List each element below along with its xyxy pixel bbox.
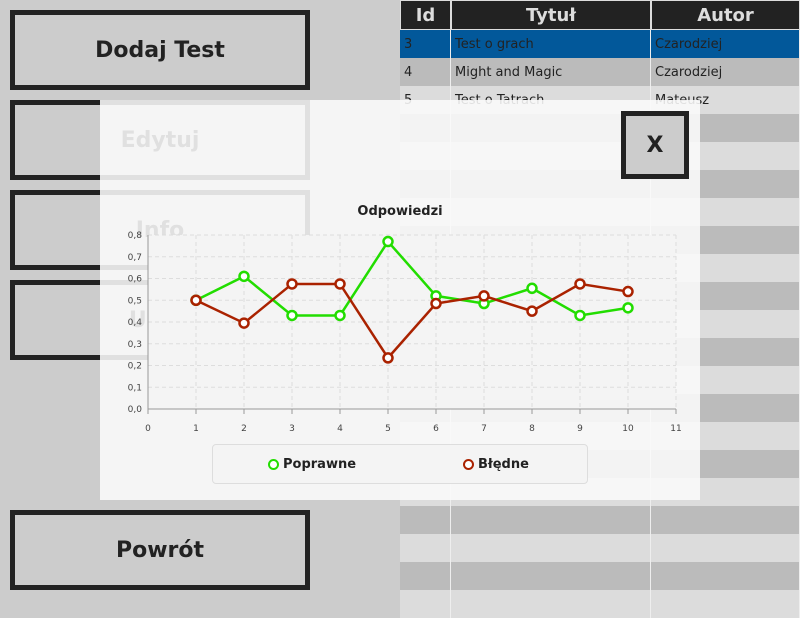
y-tick-label: 0,1 [128, 383, 142, 393]
data-point-1 [430, 297, 442, 310]
data-point-0 [238, 270, 250, 283]
data-point-0 [574, 309, 586, 322]
table-cell [651, 562, 800, 590]
table-row[interactable] [400, 506, 800, 534]
legend-item-poprawne: Poprawne [268, 457, 356, 472]
data-point-0 [526, 282, 538, 295]
data-point-0 [334, 309, 346, 322]
table-cell: 4 [400, 58, 451, 86]
x-tick-label: 2 [241, 424, 247, 434]
data-point-0 [382, 235, 394, 248]
table-cell [651, 590, 800, 618]
table-cell [451, 562, 651, 590]
y-tick-label: 0,2 [128, 362, 142, 372]
table-cell: Czarodziej [651, 30, 800, 58]
legend-label: Błędne [478, 456, 529, 472]
table-cell [651, 506, 800, 534]
data-point-1 [478, 290, 490, 302]
red-dot-icon [463, 458, 474, 470]
data-point-1 [622, 285, 634, 298]
x-tick-label: 5 [385, 424, 391, 434]
x-tick-label: 3 [289, 424, 295, 434]
chart-legend: Poprawne Błędne [212, 444, 588, 484]
x-tick-label: 7 [481, 424, 487, 434]
y-tick-label: 0,8 [128, 231, 143, 241]
table-cell [400, 562, 451, 590]
table-cell: Test o grach [451, 30, 651, 58]
legend-item-bledne: Błędne [463, 457, 529, 472]
table-cell [400, 506, 451, 534]
table-cell [451, 534, 651, 562]
table-header: Id Tytuł Autor [400, 0, 800, 30]
x-tick-label: 9 [577, 424, 583, 434]
y-tick-label: 0,4 [128, 318, 143, 328]
data-point-1 [382, 352, 394, 364]
table-cell [451, 506, 651, 534]
data-point-1 [526, 305, 538, 317]
data-point-1 [334, 278, 346, 290]
line-chart: Odpowiedzi 0,0 0,1 0,2 0,3 0,4 0,5 0,6 0,7 0,8 0 1 2… [128, 204, 682, 434]
y-tick-label: 0,3 [128, 340, 142, 350]
x-tick-label: 1 [193, 424, 199, 434]
chart-dialog: X Odpowiedzi 0,0 0,1 0,2 0,3 0,4 0,5 0,6 0,7 0,8 0… [100, 100, 700, 500]
x-tick-label: 11 [670, 424, 681, 434]
x-tick-label: 8 [529, 424, 535, 434]
table-row[interactable]: 4 Might and Magic Czarodziej [400, 58, 800, 86]
data-point-1 [190, 294, 202, 306]
y-tick-label: 0,5 [128, 296, 142, 306]
x-tick-label: 6 [433, 424, 439, 434]
chart-title: Odpowiedzi [357, 204, 442, 219]
green-dot-icon [268, 458, 279, 470]
column-header-title[interactable]: Tytuł [451, 0, 651, 30]
back-button[interactable]: Powrót [10, 510, 310, 590]
column-header-author[interactable]: Autor [651, 0, 800, 30]
data-point-0 [286, 309, 298, 322]
data-point-0 [622, 302, 634, 314]
x-tick-label: 10 [622, 424, 634, 434]
add-test-button[interactable]: Dodaj Test [10, 10, 310, 90]
x-tick-label: 4 [337, 424, 343, 434]
data-point-1 [238, 317, 250, 329]
data-point-1 [286, 278, 298, 290]
x-tick-label: 0 [145, 424, 151, 434]
table-cell [651, 534, 800, 562]
table-cell [400, 534, 451, 562]
table-row[interactable] [400, 562, 800, 590]
data-point-1 [574, 278, 586, 290]
column-header-id[interactable]: Id [400, 0, 451, 30]
table-cell: 3 [400, 30, 451, 58]
table-row[interactable] [400, 534, 800, 562]
table-cell: Might and Magic [451, 58, 651, 86]
table-cell [400, 590, 451, 618]
legend-label: Poprawne [283, 456, 357, 472]
table-row[interactable]: 3 Test o grach Czarodziej [400, 30, 800, 58]
y-tick-label: 0,0 [128, 405, 143, 415]
table-row[interactable] [400, 590, 800, 618]
y-tick-label: 0,6 [128, 275, 143, 285]
y-tick-label: 0,7 [128, 253, 142, 263]
table-cell: Czarodziej [651, 58, 800, 86]
table-cell [451, 590, 651, 618]
